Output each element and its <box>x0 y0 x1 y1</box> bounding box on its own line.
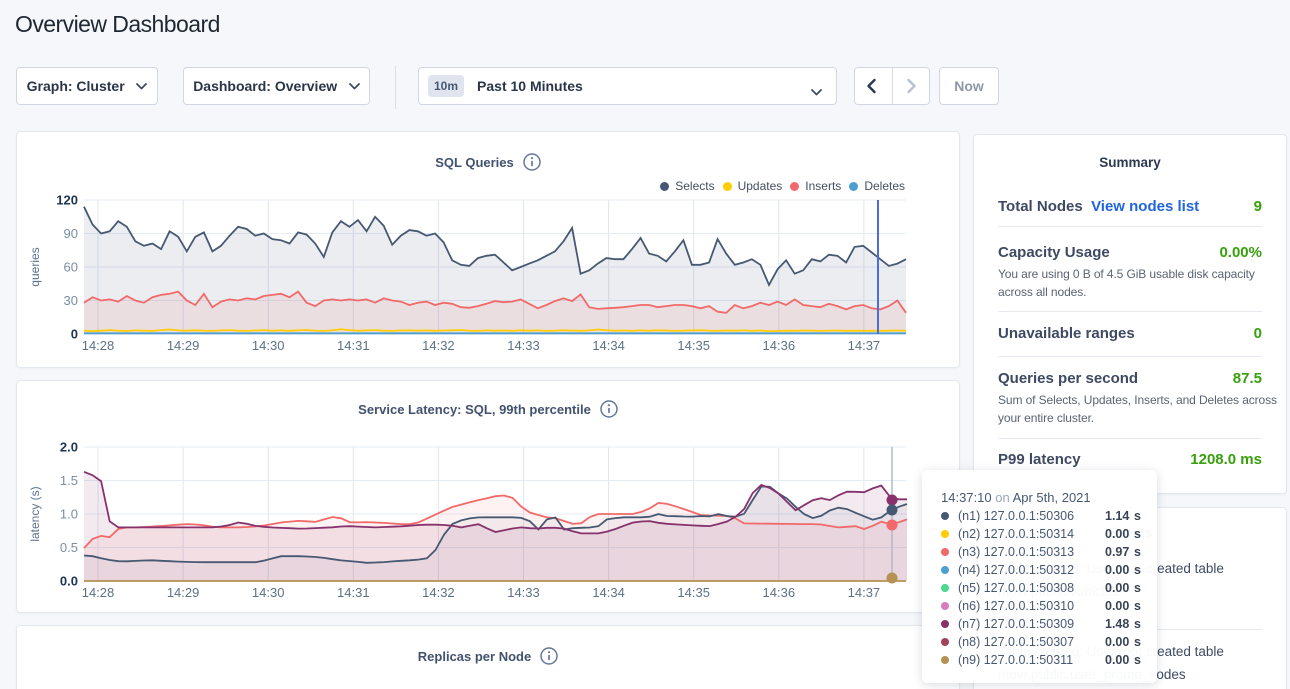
svg-text:14:28: 14:28 <box>82 338 115 353</box>
svg-text:2.0: 2.0 <box>60 440 78 455</box>
svg-text:14:35: 14:35 <box>677 585 710 600</box>
svg-text:0.0: 0.0 <box>60 574 78 589</box>
svg-text:latency (s): latency (s) <box>28 486 42 541</box>
svg-text:14:37: 14:37 <box>848 585 881 600</box>
svg-text:14:31: 14:31 <box>337 338 370 353</box>
svg-text:1.0: 1.0 <box>60 507 78 522</box>
svg-text:90: 90 <box>64 226 78 241</box>
svg-text:14:36: 14:36 <box>763 585 796 600</box>
svg-text:14:34: 14:34 <box>592 585 625 600</box>
svg-text:30: 30 <box>64 293 78 308</box>
svg-text:14:37: 14:37 <box>848 338 881 353</box>
svg-text:14:31: 14:31 <box>337 585 370 600</box>
svg-text:14:28: 14:28 <box>82 585 115 600</box>
svg-text:queries: queries <box>28 247 42 286</box>
svg-text:14:33: 14:33 <box>507 338 540 353</box>
svg-text:14:29: 14:29 <box>167 585 200 600</box>
svg-text:14:35: 14:35 <box>677 338 710 353</box>
svg-text:14:29: 14:29 <box>167 338 200 353</box>
svg-text:14:34: 14:34 <box>592 338 625 353</box>
svg-text:14:32: 14:32 <box>422 338 455 353</box>
svg-text:120: 120 <box>56 193 78 208</box>
svg-text:0: 0 <box>71 327 78 342</box>
svg-text:14:30: 14:30 <box>252 338 285 353</box>
svg-text:14:32: 14:32 <box>422 585 455 600</box>
svg-text:1.5: 1.5 <box>60 473 78 488</box>
svg-text:14:33: 14:33 <box>507 585 540 600</box>
svg-text:60: 60 <box>64 260 78 275</box>
svg-text:0.5: 0.5 <box>60 540 78 555</box>
svg-text:14:30: 14:30 <box>252 585 285 600</box>
svg-text:14:36: 14:36 <box>763 338 796 353</box>
